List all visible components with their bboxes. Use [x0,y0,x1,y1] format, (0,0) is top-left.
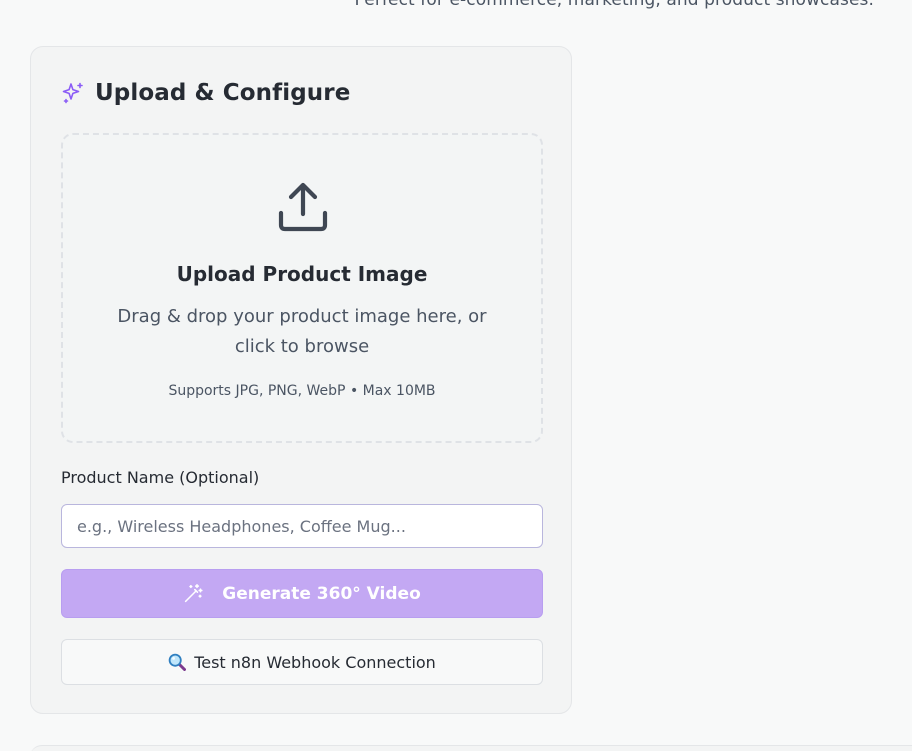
sparkles-icon [62,82,83,104]
page-subtitle: Perfect for e-commerce, marketing, and p… [354,0,874,10]
dropzone-format-note: Supports JPG, PNG, WebP • Max 10MB [168,383,436,399]
card-header: Upload & Configure [61,80,350,106]
product-name-input[interactable] [61,504,543,548]
generate-video-button[interactable]: Generate 360° Video [61,569,543,618]
next-card-edge [30,745,912,751]
upload-icon [278,182,328,232]
test-button-label: Test n8n Webhook Connection [194,652,436,672]
upload-configure-card: Upload & Configure Upload Product Image … [30,46,572,714]
image-dropzone[interactable]: Upload Product Image Drag & drop your pr… [61,133,543,443]
product-name-label: Product Name (Optional) [61,468,260,487]
test-webhook-button[interactable]: Test n8n Webhook Connection [61,639,543,685]
generate-button-label: Generate 360° Video [222,583,421,604]
card-title: Upload & Configure [95,80,351,106]
magic-wand-icon [185,583,203,603]
dropzone-description: Drag & drop your product image here, or … [117,306,487,357]
dropzone-title: Upload Product Image [176,262,428,286]
magnifier-icon [168,653,187,671]
page: Perfect for e-commerce, marketing, and p… [0,0,912,751]
